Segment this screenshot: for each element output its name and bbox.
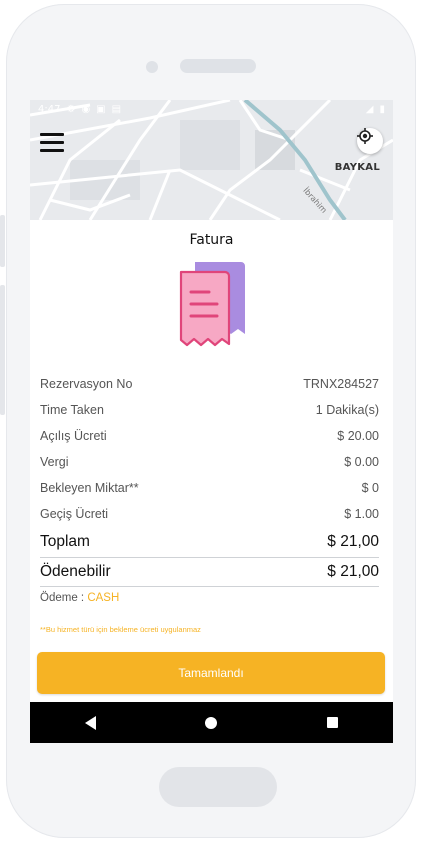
waiting-fee-note: **Bu hizmet türü için bekleme ücreti uyg… bbox=[40, 625, 201, 634]
location-status-icon: ◉ bbox=[81, 103, 91, 115]
my-location-button[interactable] bbox=[357, 128, 383, 154]
row-value: $ 1.00 bbox=[344, 507, 379, 521]
payment-label: Ödeme : bbox=[40, 592, 88, 604]
pending-amount-row: Bekleyen Miktar** $ 0 bbox=[40, 481, 379, 495]
front-camera bbox=[146, 61, 158, 73]
time-taken-row: Time Taken 1 Dakika(s) bbox=[40, 403, 379, 417]
earpiece-speaker bbox=[180, 59, 256, 73]
hamburger-menu-icon[interactable] bbox=[40, 133, 64, 153]
divider bbox=[40, 586, 379, 587]
payable-row: Ödenebilir $ 21,00 bbox=[40, 563, 379, 581]
wifi-icon: ◢ bbox=[365, 103, 374, 115]
volume-down-button bbox=[0, 285, 5, 415]
home-icon[interactable] bbox=[205, 716, 218, 729]
total-value: $ 21,00 bbox=[327, 533, 379, 550]
row-value: 1 Dakika(s) bbox=[315, 403, 379, 417]
map-streets bbox=[30, 100, 393, 220]
invoice-title: Fatura bbox=[189, 232, 234, 248]
status-time: 4:47 bbox=[38, 103, 61, 115]
receipt-icon bbox=[179, 262, 245, 347]
hardware-home-button[interactable] bbox=[159, 767, 277, 807]
row-value: $ 0 bbox=[361, 481, 379, 495]
clipboard-status-icon: ▤ bbox=[111, 103, 122, 115]
recent-apps-icon[interactable] bbox=[327, 717, 339, 728]
complete-button[interactable]: Tamamlandı bbox=[37, 652, 385, 694]
map-view[interactable]: 4:47 ⚙ ◉ ▣ ▤ ◢ ▮ BAYKAL İbrahim bbox=[30, 100, 393, 220]
row-label: Rezervasyon No bbox=[40, 377, 133, 391]
payable-value: $ 21,00 bbox=[327, 563, 379, 580]
settings-status-icon: ⚙ bbox=[66, 103, 76, 115]
row-label: Bekleyen Miktar** bbox=[40, 481, 139, 495]
tax-row: Vergi $ 0.00 bbox=[40, 455, 379, 469]
payable-label: Ödenebilir bbox=[40, 563, 111, 580]
row-label: Time Taken bbox=[40, 403, 104, 417]
row-value: $ 0.00 bbox=[344, 455, 379, 469]
total-label: Toplam bbox=[40, 533, 90, 550]
row-label: Açılış Ücreti bbox=[40, 429, 107, 443]
row-label: Geçiş Ücreti bbox=[40, 507, 109, 521]
row-value: $ 20.00 bbox=[337, 429, 379, 443]
payment-method-value: CASH bbox=[87, 592, 120, 604]
map-area-label: BAYKAL bbox=[334, 162, 380, 173]
back-icon[interactable] bbox=[84, 715, 96, 730]
row-label: Vergi bbox=[40, 455, 69, 469]
status-bar: 4:47 ⚙ ◉ ▣ ▤ ◢ ▮ bbox=[30, 100, 393, 118]
row-value: TRNX284527 bbox=[303, 377, 379, 391]
base-fare-row: Açılış Ücreti $ 20.00 bbox=[40, 429, 379, 443]
battery-icon: ▮ bbox=[379, 103, 385, 115]
android-nav-bar bbox=[30, 702, 393, 743]
total-row: Toplam $ 21,00 bbox=[40, 533, 379, 551]
payment-method: Ödeme : CASH bbox=[40, 592, 119, 604]
invoice-sheet: Fatura Rezervasyon No TRNX284527 Time Ta… bbox=[30, 220, 393, 702]
booking-number-row: Rezervasyon No TRNX284527 bbox=[40, 377, 379, 391]
app-screen: 4:47 ⚙ ◉ ▣ ▤ ◢ ▮ BAYKAL İbrahim Fatura R… bbox=[30, 100, 393, 743]
divider bbox=[40, 557, 379, 558]
toll-fee-row: Geçiş Ücreti $ 1.00 bbox=[40, 507, 379, 521]
camera-status-icon: ▣ bbox=[96, 103, 106, 115]
volume-up-button bbox=[0, 215, 5, 267]
crosshair-icon bbox=[357, 128, 373, 144]
